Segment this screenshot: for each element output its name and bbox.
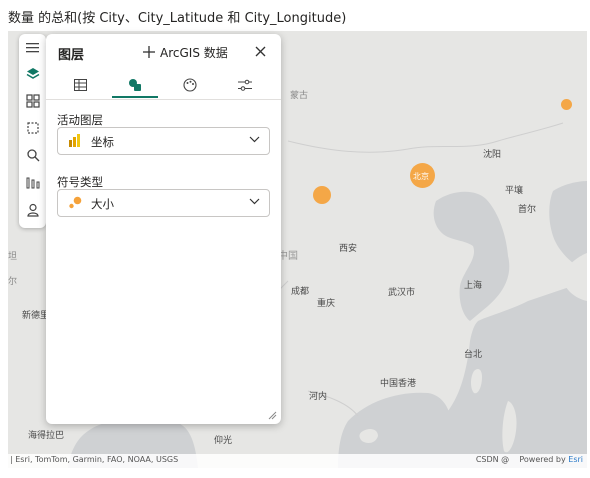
add-data-label: ArcGIS 数据 xyxy=(160,45,228,60)
map-label-shenyang: 沈阳 xyxy=(483,150,502,160)
map-label-edge-2: 尔 xyxy=(8,277,18,287)
select-button[interactable] xyxy=(22,117,43,138)
tab-style[interactable] xyxy=(167,72,213,98)
grid-icon xyxy=(25,93,40,108)
map-label-mongolia: 蒙古 xyxy=(290,91,309,101)
map-label-seoul: 首尔 xyxy=(518,205,537,215)
menu-button[interactable] xyxy=(22,37,43,58)
map-label-edge-1: 坦 xyxy=(8,252,18,262)
sliders-icon xyxy=(238,79,252,91)
chart-button[interactable] xyxy=(22,171,43,192)
layers-panel: 图层 ArcGIS 数据 活动图层 坐标 符号类型 大小 xyxy=(46,34,281,424)
person-icon xyxy=(26,203,39,217)
search-button[interactable] xyxy=(22,144,43,165)
watermark-text: CSDN @ xyxy=(475,455,510,464)
map-label-hongkong: 中国香港 xyxy=(380,379,417,389)
attribution-powered: CSDN @ Powered by Esri xyxy=(476,455,583,464)
map-label-wuhan: 武汉市 xyxy=(388,288,416,298)
powered-by-text: Powered by xyxy=(519,455,566,464)
esri-link[interactable]: Esri xyxy=(568,455,583,464)
close-button[interactable] xyxy=(251,42,269,60)
map-label-hyderabad: 海得拉巴 xyxy=(28,431,65,441)
visual-title: 数量 的总和(按 City、City_Latitude 和 City_Longi… xyxy=(8,11,347,26)
shapes-icon xyxy=(129,79,141,91)
symbol-type-value: 大小 xyxy=(91,197,114,211)
map-label-chongqing: 重庆 xyxy=(317,299,336,309)
lasso-select-icon xyxy=(26,121,39,134)
map-label-beijing: 北京 xyxy=(413,172,429,181)
layers-icon xyxy=(26,67,39,79)
user-button[interactable] xyxy=(22,199,43,220)
layers-button[interactable] xyxy=(22,63,43,84)
bars-icon xyxy=(26,177,39,188)
tab-settings[interactable] xyxy=(222,72,268,98)
powerbi-layer-icon xyxy=(69,134,80,147)
map-label-pyongyang: 平壤 xyxy=(505,186,524,196)
bubble-city-northeast[interactable] xyxy=(561,99,572,110)
resize-handle-icon[interactable] xyxy=(267,410,277,420)
bubble-city[interactable] xyxy=(313,186,331,204)
map-label-shanghai: 上海 xyxy=(464,281,483,291)
attribution-text: | Esri, TomTom, Garmin, FAO, NOAA, USGS xyxy=(10,455,179,464)
map-label-hanoi: 河内 xyxy=(309,392,328,402)
tab-symbology[interactable] xyxy=(112,72,158,98)
map-label-yangon: 仰光 xyxy=(214,436,233,446)
chevron-down-icon xyxy=(249,136,260,143)
size-bubbles-icon xyxy=(69,196,82,209)
map-label-china: 中国 xyxy=(278,251,298,262)
panel-tabs xyxy=(54,72,273,98)
tab-table[interactable] xyxy=(57,72,103,98)
active-layer-value: 坐标 xyxy=(91,135,114,149)
symbol-type-select[interactable]: 大小 xyxy=(57,189,270,217)
symbol-type-label: 符号类型 xyxy=(57,175,103,189)
basemap-button[interactable] xyxy=(22,90,43,111)
palette-icon xyxy=(183,78,197,92)
tab-divider xyxy=(46,99,281,100)
map-label-xian: 西安 xyxy=(339,244,358,254)
attribution-bar: | Esri, TomTom, Garmin, FAO, NOAA, USGS … xyxy=(8,454,587,468)
close-icon xyxy=(255,46,265,56)
search-icon xyxy=(26,148,39,161)
table-icon xyxy=(73,79,87,91)
plus-icon xyxy=(143,46,155,58)
map-label-newdelhi: 新德里 xyxy=(22,311,50,321)
map-label-chengdu: 成都 xyxy=(291,287,310,297)
active-layer-label: 活动图层 xyxy=(57,113,103,127)
panel-title: 图层 xyxy=(58,48,85,63)
hamburger-icon xyxy=(26,43,39,53)
add-data-button[interactable]: ArcGIS 数据 xyxy=(143,41,228,63)
active-layer-select[interactable]: 坐标 xyxy=(57,127,270,155)
chevron-down-icon xyxy=(249,198,260,205)
map-label-taipei: 台北 xyxy=(464,350,483,360)
map-toolstrip xyxy=(19,34,46,228)
